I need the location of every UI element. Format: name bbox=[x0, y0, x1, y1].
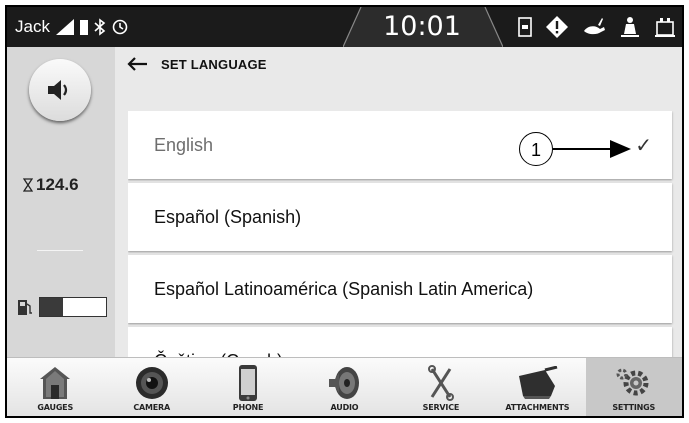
nav-label: AUDIO bbox=[330, 403, 359, 412]
nav-camera[interactable]: CAMERA bbox=[103, 358, 199, 416]
nav-label: SETTINGS bbox=[612, 403, 656, 412]
operator-name: Jack bbox=[15, 17, 50, 36]
camera-icon bbox=[135, 367, 168, 399]
left-rail: 124.6 bbox=[7, 47, 115, 357]
status-bar: Jack 10:01 bbox=[7, 7, 682, 47]
fuel-gauge bbox=[17, 297, 107, 317]
callout-arrow-icon bbox=[610, 140, 631, 158]
language-label: Español (Spanish) bbox=[154, 206, 302, 227]
operator-seat-icon bbox=[621, 17, 639, 37]
nav-phone[interactable]: PHONE bbox=[200, 358, 296, 416]
fuel-system-icon bbox=[655, 18, 675, 37]
nav-attachments[interactable]: ATTACHMENTS bbox=[489, 358, 585, 416]
gear-icon bbox=[616, 368, 649, 396]
nav-label: SERVICE bbox=[422, 403, 460, 412]
phone-icon bbox=[239, 365, 258, 401]
battery-icon bbox=[79, 20, 88, 35]
document-icon bbox=[518, 17, 532, 37]
status-right bbox=[518, 7, 676, 47]
fuel-pump-icon bbox=[18, 300, 32, 315]
warning-icon bbox=[546, 16, 568, 38]
bucket-icon bbox=[519, 366, 558, 399]
language-option-czech[interactable]: Čeština (Czech) bbox=[128, 327, 672, 361]
callout-line bbox=[553, 148, 611, 150]
nav-label: PHONE bbox=[232, 403, 264, 412]
nav-label: GAUGES bbox=[37, 403, 74, 412]
hour-meter-value: 124.6 bbox=[36, 175, 79, 194]
bluetooth-icon bbox=[94, 18, 106, 36]
language-option-spanish[interactable]: Español (Spanish) bbox=[128, 183, 672, 251]
hour-meter: 124.6 bbox=[23, 175, 79, 195]
nav-settings[interactable]: SETTINGS bbox=[585, 358, 682, 416]
signal-icon bbox=[55, 19, 74, 35]
clock-time: 10:01 bbox=[383, 11, 461, 42]
rail-divider bbox=[37, 250, 83, 251]
page-title: SET LANGUAGE bbox=[161, 56, 267, 72]
nav-gauges[interactable]: GAUGES bbox=[7, 358, 103, 416]
nav-label: CAMERA bbox=[133, 403, 170, 412]
language-label: Español Latinoamérica (Spanish Latin Ame… bbox=[154, 278, 534, 299]
volume-button[interactable] bbox=[29, 59, 91, 121]
back-button[interactable] bbox=[127, 57, 149, 71]
language-option-spanish-latin-america[interactable]: Español Latinoamérica (Spanish Latin Ame… bbox=[128, 255, 672, 323]
display-frame: Jack 10:01 124.6 SET LANGUAGE English ✓ … bbox=[5, 5, 684, 418]
nav-label: ATTACHMENTS bbox=[505, 403, 570, 412]
nav-audio[interactable]: AUDIO bbox=[296, 358, 392, 416]
speaker-volume-icon bbox=[48, 80, 68, 100]
speaker-icon bbox=[329, 367, 360, 399]
status-left: Jack bbox=[15, 7, 128, 47]
hourglass-icon bbox=[23, 178, 33, 192]
language-label: English bbox=[154, 134, 214, 155]
nav-service[interactable]: SERVICE bbox=[393, 358, 489, 416]
page-header: SET LANGUAGE bbox=[115, 47, 682, 81]
language-option-english[interactable]: English ✓ bbox=[128, 111, 672, 179]
fuel-level-fill bbox=[40, 298, 64, 316]
callout-number: 1 bbox=[519, 132, 553, 166]
tools-icon bbox=[427, 365, 454, 401]
rabbit-icon bbox=[584, 18, 605, 35]
checkmark-icon: ✓ bbox=[635, 135, 652, 157]
fuel-level-bar bbox=[39, 297, 107, 317]
clock-icon bbox=[112, 19, 128, 35]
house-icon bbox=[40, 367, 71, 399]
back-arrow-icon bbox=[127, 57, 147, 71]
bottom-nav: GAUGES CAMERA PHONE AUDIO SERVICE ATTACH… bbox=[7, 357, 682, 416]
